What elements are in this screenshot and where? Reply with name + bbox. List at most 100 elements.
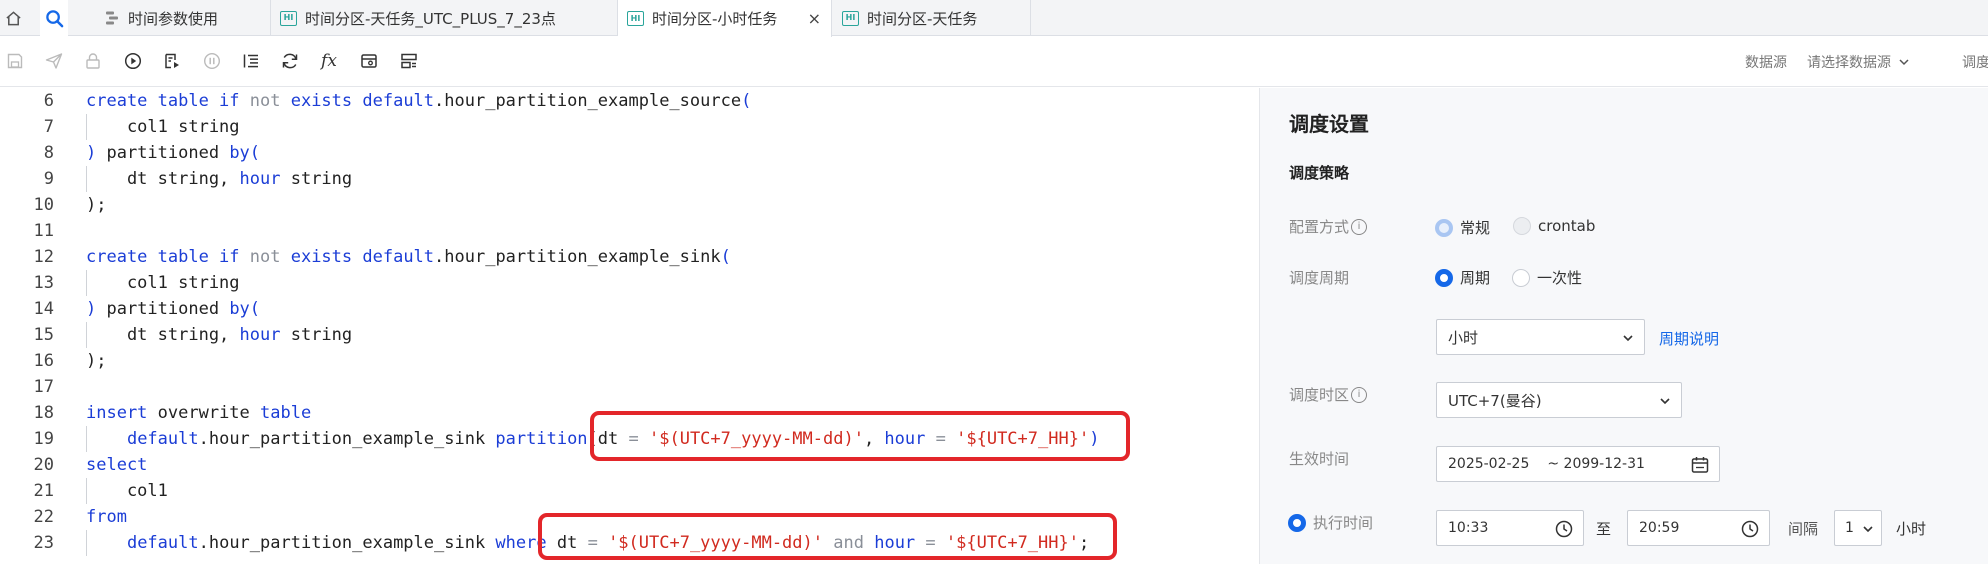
chevron-down-icon: [1899, 59, 1909, 66]
code-line: 9 dt string, hour string: [0, 166, 1259, 192]
search-icon[interactable]: [40, 0, 68, 36]
run-icon[interactable]: [122, 50, 144, 72]
code-token: col1 string: [86, 117, 240, 137]
radio-period-once[interactable]: 一次性: [1512, 267, 1582, 288]
code-token: default: [126, 533, 199, 553]
code-line: 15 dt string, hour string: [0, 322, 1259, 348]
info-icon[interactable]: i: [1351, 386, 1368, 403]
radio-exec-time[interactable]: 执行时间: [1288, 512, 1373, 533]
clock-icon: [1741, 520, 1759, 538]
code-token: (: [741, 91, 752, 111]
code-token: create table if: [86, 91, 250, 111]
lock-icon[interactable]: [82, 50, 104, 72]
datasource-label: 数据源: [1745, 55, 1787, 71]
submit-icon[interactable]: [43, 50, 65, 72]
flow-icon: [106, 11, 118, 25]
code-text: dt string, hour string: [86, 322, 352, 348]
code-token: .hour_partition_example_source: [434, 91, 742, 111]
radio-indicator: [1435, 268, 1453, 287]
clock-icon: [1555, 520, 1573, 538]
interval-select[interactable]: 1: [1834, 510, 1882, 546]
cycle-select-value: 小时: [1448, 328, 1479, 347]
tab-label: 时间参数使用: [128, 9, 219, 28]
code-token: by(: [229, 143, 261, 163]
tab-time-params[interactable]: 时间参数使用: [92, 0, 271, 36]
code-line: 14) partitioned by(: [0, 296, 1259, 322]
code-token: );: [86, 351, 107, 371]
interval-unit: 小时: [1896, 520, 1927, 538]
code-text: col1 string: [86, 114, 240, 140]
code-token: hour: [239, 169, 281, 189]
code-editor[interactable]: 6 create table if not exists default.hour…: [0, 88, 1259, 564]
timezone-label: 调度时区 i: [1289, 384, 1368, 405]
code-token: string: [280, 325, 353, 345]
effective-date-range[interactable]: 2025-02-25 ~ 2099-12-31: [1436, 446, 1720, 482]
function-icon[interactable]: fx: [318, 50, 340, 72]
radio-config-normal[interactable]: 常规: [1435, 217, 1490, 238]
exec-end-time[interactable]: 20:59: [1627, 510, 1770, 546]
datasource-select[interactable]: 请选择数据源: [1807, 37, 1911, 87]
radio-indicator: [1288, 513, 1306, 532]
indent-guide: [86, 114, 87, 140]
params-icon[interactable]: [358, 50, 380, 72]
code-token: default: [362, 247, 435, 267]
code-token: string: [280, 169, 353, 189]
code-token: not: [249, 91, 281, 111]
refresh-icon[interactable]: [279, 50, 301, 72]
datasource-select-value: 请选择数据源: [1807, 55, 1891, 71]
indent-guide: [86, 478, 87, 504]
tab-label: 时间分区-小时任务: [652, 10, 778, 28]
line-number: 19: [33, 429, 54, 449]
line-number: 15: [33, 325, 54, 345]
line-number: 11: [33, 221, 54, 241]
indent-guide: [86, 270, 87, 296]
line-number: 18: [33, 403, 54, 423]
code-token: ): [86, 143, 97, 163]
highlight-partition-box: [590, 411, 1130, 461]
code-token: .hour_partition_example_sink: [198, 429, 496, 449]
code-line: 12 create table if not exists default.hou…: [0, 244, 1259, 270]
exec-start-time[interactable]: 10:33: [1436, 510, 1584, 546]
tab-day-task[interactable]: HI 时间分区-天任务: [832, 0, 1031, 36]
tab-day-task-utc7[interactable]: HI 时间分区-天任务_UTC_PLUS_7_23点: [271, 0, 618, 36]
tab-label: 时间分区-天任务_UTC_PLUS_7_23点: [305, 9, 556, 28]
schedule-tab-label[interactable]: 调度: [1962, 37, 1988, 87]
home-icon[interactable]: [0, 0, 26, 36]
indent-guide: [86, 322, 87, 348]
radio-label: crontab: [1538, 217, 1596, 235]
hive-icon: HI: [280, 10, 297, 26]
code-token: ): [86, 299, 97, 319]
line-number: 12: [33, 247, 54, 267]
code-token: dt string,: [86, 169, 240, 189]
close-icon[interactable]: ×: [808, 9, 821, 28]
code-line: 13 col1 string: [0, 270, 1259, 296]
cycle-select[interactable]: 小时: [1436, 319, 1645, 355]
timezone-select[interactable]: UTC+7(曼谷): [1436, 382, 1682, 418]
line-number: 21: [33, 481, 54, 501]
format-icon[interactable]: [240, 50, 262, 72]
info-icon[interactable]: i: [1351, 218, 1368, 235]
cycle-help-link[interactable]: 周期说明: [1659, 328, 1719, 349]
exec-to-label: 至: [1596, 520, 1612, 538]
code-line: 17: [0, 374, 1259, 400]
save-icon[interactable]: [4, 50, 26, 72]
line-number: 8: [43, 143, 54, 163]
line-number: 13: [33, 273, 54, 293]
code-text: );: [86, 348, 106, 374]
line-number: 22: [33, 507, 54, 527]
code-token: col1 string: [86, 273, 240, 293]
tab-hour-task[interactable]: HI 时间分区-小时任务 ×: [618, 0, 832, 37]
radio-indicator: [1435, 218, 1453, 237]
layout-icon[interactable]: [398, 50, 420, 72]
pause-icon[interactable]: [201, 50, 223, 72]
chevron-down-icon: [1863, 526, 1873, 533]
code-token: exists: [280, 91, 363, 111]
radio-period-cyclic[interactable]: 周期: [1435, 267, 1490, 288]
radio-config-crontab[interactable]: crontab: [1513, 217, 1595, 235]
effective-time-label: 生效时间: [1289, 450, 1350, 468]
run-selected-icon[interactable]: [161, 50, 183, 72]
indent-guide: [86, 426, 87, 452]
code-text: col1: [86, 478, 168, 504]
